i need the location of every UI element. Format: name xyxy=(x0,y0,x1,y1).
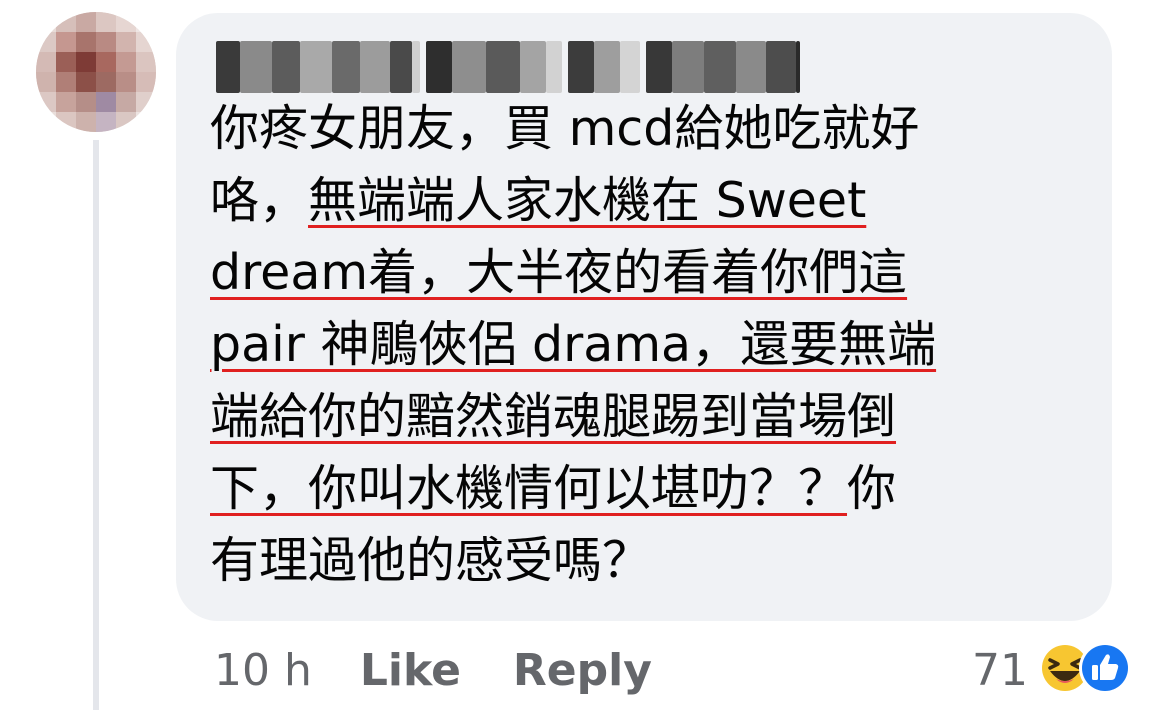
underlined-text: pair 神鵰俠侶 drama，還要無端 xyxy=(210,316,937,373)
underlined-text: 下，你叫水機情何以堪叻？？ xyxy=(210,460,848,517)
underlined-text: 無端端人家水機在 Sweet xyxy=(308,172,867,229)
comment-line: pair 神鵰俠侶 drama，還要無端 xyxy=(210,309,1100,381)
comment-line: 有理過他的感受嗎？ xyxy=(210,532,652,589)
comment-timestamp[interactable]: 10 h xyxy=(214,645,312,696)
comment-line: 端給你的黯然銷魂腿踢到當場倒 xyxy=(210,381,1100,453)
avatar[interactable] xyxy=(36,12,156,132)
like-button[interactable]: Like xyxy=(360,645,461,696)
comment-bubble: 你疼女朋友，買 mcd給她吃就好 咯，無端端人家水機在 Sweet dream着… xyxy=(176,13,1112,621)
comment-line: dream着，大半夜的看着你們這 xyxy=(210,237,1100,309)
underlined-text: 端給你的黯然銷魂腿踢到當場倒 xyxy=(210,388,897,445)
comment-thread: 你疼女朋友，買 mcd給她吃就好 咯，無端端人家水機在 Sweet dream着… xyxy=(0,0,1170,710)
reaction-count: 71 xyxy=(972,645,1028,696)
comment-line: 下，你叫水機情何以堪叻？？你 xyxy=(210,460,897,517)
comment-actions: 10 h Like Reply xyxy=(214,638,652,704)
like-icon xyxy=(1079,642,1131,694)
comment-line: 你疼女朋友，買 mcd給她吃就好 xyxy=(210,100,920,157)
comment-line: 咯，無端端人家水機在 Sweet xyxy=(210,172,867,229)
comment-text: 你疼女朋友，買 mcd給她吃就好 咯，無端端人家水機在 Sweet dream着… xyxy=(210,93,1100,597)
underlined-text: dream着，大半夜的看着你們這 xyxy=(210,244,908,301)
reply-button[interactable]: Reply xyxy=(513,645,652,696)
thread-connector-line xyxy=(93,140,99,710)
